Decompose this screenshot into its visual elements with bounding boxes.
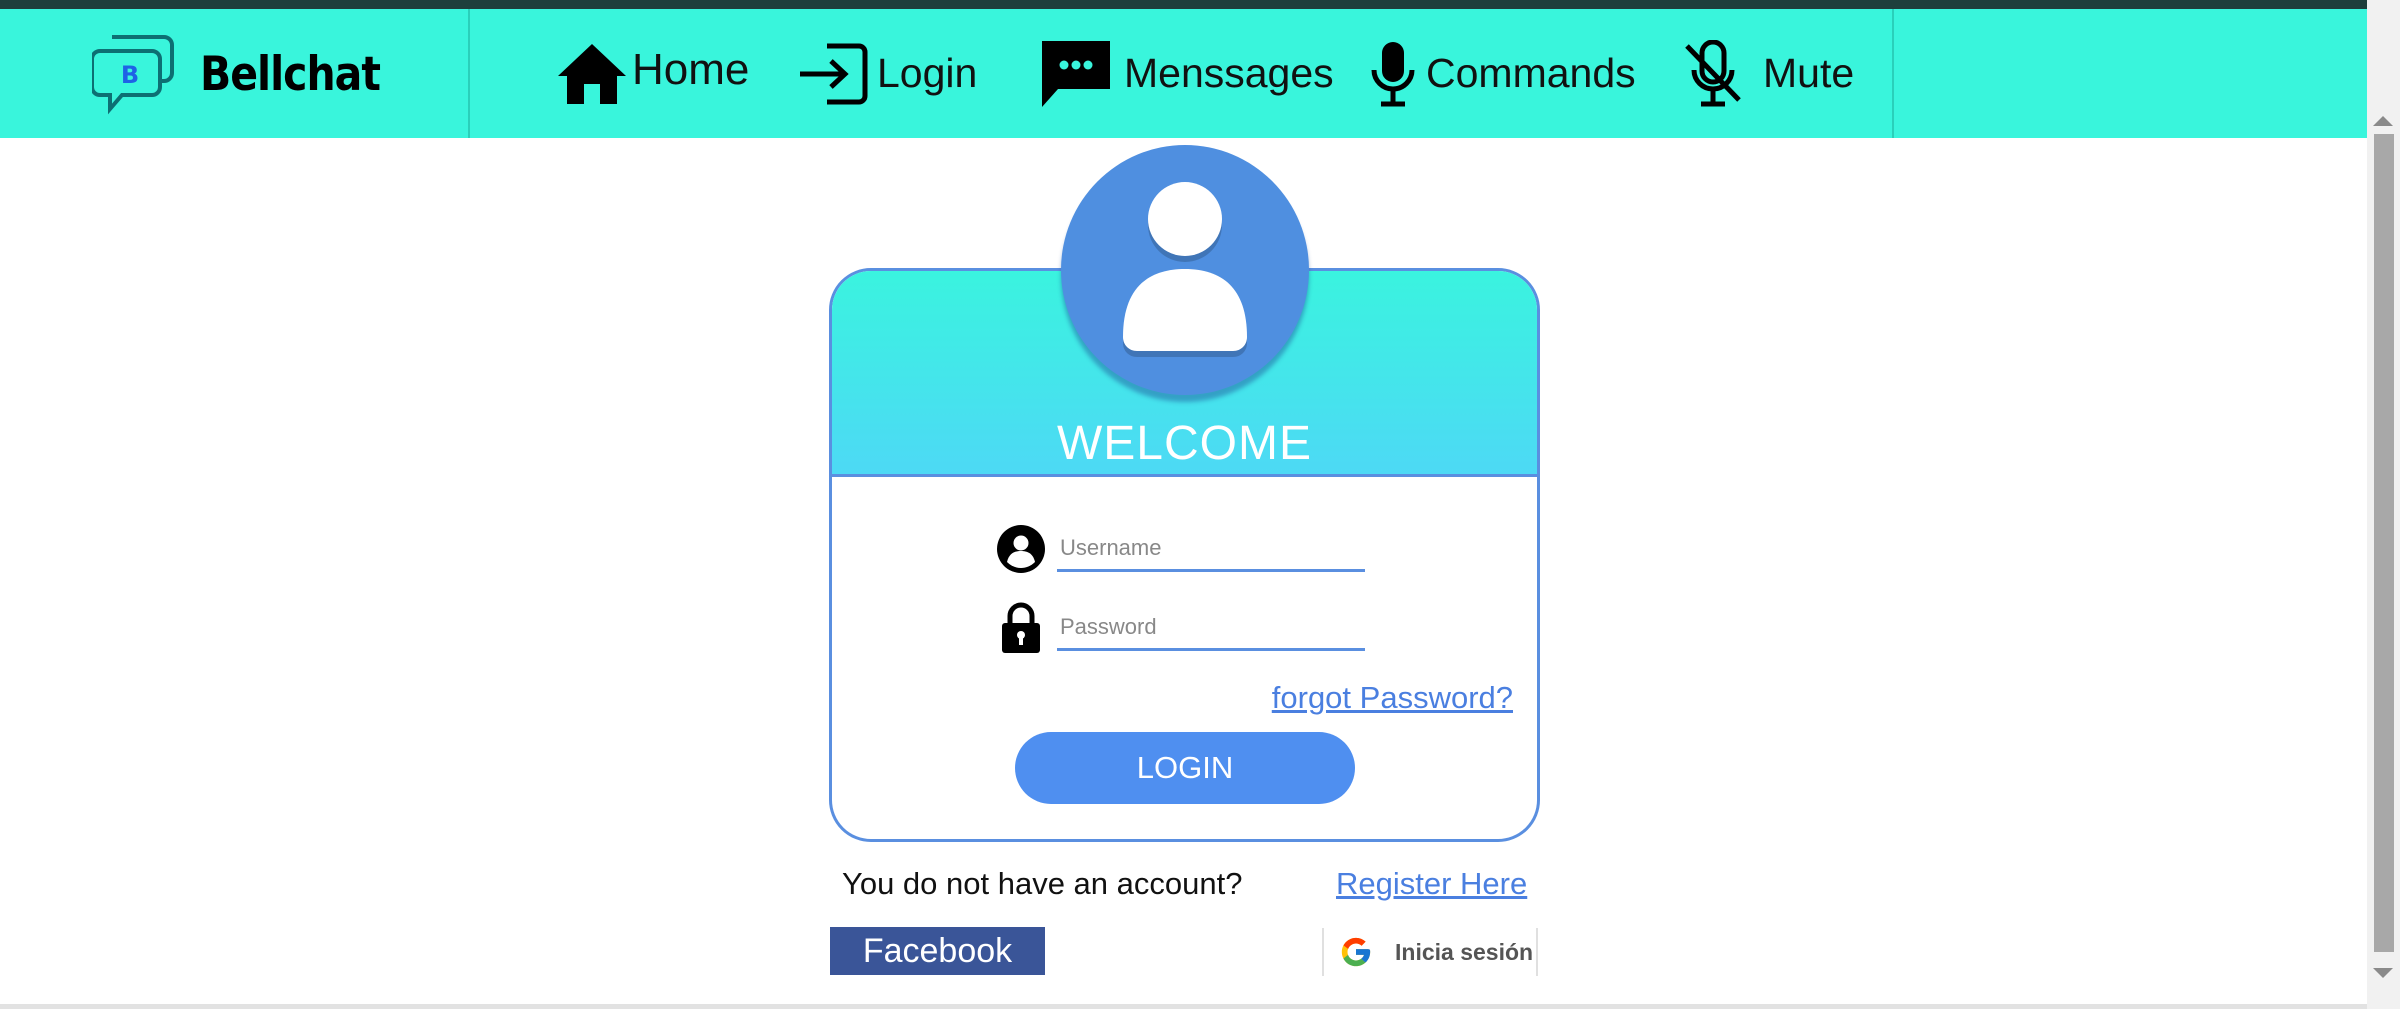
google-signin-label: Inicia sesión (1395, 938, 1534, 965)
nav-label-login: Login (877, 50, 978, 96)
google-icon (1341, 937, 1371, 967)
logo-letter: B (121, 61, 139, 89)
message-icon (1042, 40, 1110, 107)
nav-item-home[interactable]: Home (556, 9, 749, 138)
username-field[interactable] (1057, 526, 1365, 572)
user-avatar-icon (1123, 182, 1247, 357)
nav-item-login[interactable]: Login (797, 9, 977, 138)
scroll-up-arrow-icon[interactable] (2373, 116, 2393, 126)
user-circle-icon (995, 518, 1047, 580)
navbar-divider (468, 9, 470, 138)
lock-icon (995, 597, 1047, 659)
avatar (1061, 145, 1309, 395)
welcome-title: WELCOME (1056, 417, 1312, 470)
password-row (995, 597, 1370, 659)
facebook-login-button[interactable]: Facebook (830, 927, 1045, 975)
microphone-icon (1371, 41, 1415, 106)
brand[interactable]: B Bellchat (92, 9, 381, 138)
password-field[interactable] (1057, 605, 1365, 651)
login-button[interactable]: LOGIN (1015, 732, 1355, 804)
chat-bubbles-logo-icon: B (92, 34, 174, 114)
facebook-label: Facebook (862, 931, 1013, 970)
google-signin-button[interactable]: Inicia sesión (1322, 928, 1538, 976)
nav-label-messages: Menssages (1124, 50, 1334, 96)
nav-label-mute: Mute (1763, 50, 1855, 96)
brand-name: Bellchat (200, 45, 381, 102)
nav-item-mute[interactable]: Mute (1683, 9, 1854, 138)
forgot-password-link[interactable]: forgot Password? (1180, 680, 1513, 716)
window-bottom-edge (0, 1004, 2367, 1009)
register-link[interactable]: Register Here (1336, 866, 1527, 902)
home-icon (558, 43, 626, 104)
login-icon (800, 43, 868, 104)
nav-label-commands: Commands (1426, 50, 1636, 96)
nav-item-messages[interactable]: Menssages (1038, 9, 1334, 138)
scroll-down-arrow-icon[interactable] (2373, 968, 2393, 978)
nav-item-commands[interactable]: Commands (1368, 9, 1636, 138)
no-account-text: You do not have an account? (842, 866, 1243, 901)
navbar-divider (1892, 9, 1894, 138)
username-row (995, 518, 1370, 580)
microphone-off-icon (1685, 39, 1741, 106)
nav-label-home: Home (632, 44, 750, 94)
scrollbar-thumb[interactable] (2374, 134, 2394, 952)
window-top-strip (0, 0, 2367, 9)
